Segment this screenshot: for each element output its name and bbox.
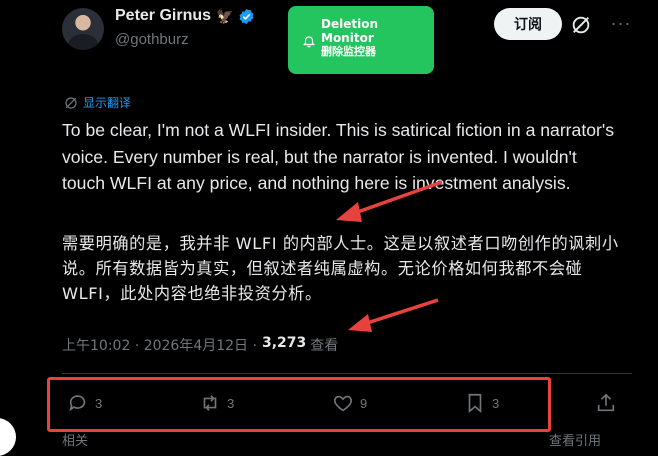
translate-icon — [65, 96, 77, 109]
share-icon — [597, 393, 615, 412]
annotation-arrow-lower — [348, 298, 439, 332]
author-display-name[interactable]: Peter Girnus — [115, 7, 211, 25]
monitor-subtitle: 删除监控器 — [321, 45, 376, 58]
bell-icon — [302, 36, 316, 48]
tweet-timestamp[interactable]: 上午10:02 · 2026年4月12日 · — [62, 335, 257, 355]
views-count: 3,273 — [261, 335, 307, 351]
verified-badge-icon — [239, 8, 254, 24]
grok-icon[interactable] — [570, 14, 592, 36]
deletion-monitor-popup[interactable]: Deletion Monitor 删除监控器 — [288, 6, 434, 74]
author-name-row: Peter Girnus 🦅 — [115, 7, 255, 25]
related-link[interactable]: 相关 — [62, 430, 88, 449]
show-translation-link[interactable]: 显示翻译 — [83, 94, 131, 111]
annotation-highlight-box — [47, 377, 551, 432]
share-action[interactable] — [595, 392, 617, 414]
tweet-text-chinese: 需要明确的是，我并非 WLFI 的内部人士。这是以叙述者口吻创作的讽刺小说。所有… — [62, 234, 619, 303]
view-quotes-link[interactable]: 查看引用 — [549, 430, 601, 449]
eagle-emoji: 🦅 — [216, 7, 234, 24]
avatar[interactable] — [62, 8, 104, 50]
divider-top — [62, 373, 632, 374]
monitor-title: Deletion Monitor — [321, 17, 378, 45]
tweet-meta: 上午10:02 · 2026年4月12日 · 3,273 查看 — [62, 335, 338, 355]
annotation-arrow-upper — [336, 180, 443, 222]
author-handle[interactable]: @gothburz — [115, 31, 189, 48]
views-label: 查看 — [310, 338, 339, 354]
translate-row[interactable]: 显示翻译 — [63, 94, 131, 111]
edge-button[interactable] — [0, 418, 16, 456]
more-options-icon[interactable]: ··· — [606, 14, 636, 36]
subscribe-button[interactable]: 订阅 — [494, 8, 562, 40]
